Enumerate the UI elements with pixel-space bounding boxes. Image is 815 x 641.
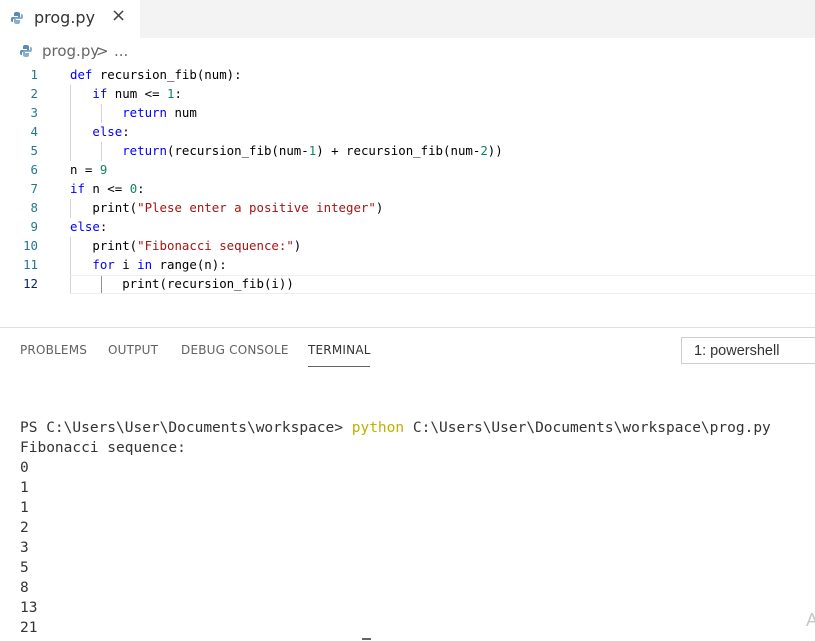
line-number: 7 [30,181,38,196]
code-text: print(recursion_fib(i)) [70,276,294,291]
terminal-line: 3 [20,540,29,556]
panel-divider [0,327,815,328]
code-text: return(recursion_fib(num-1) + recursion_… [122,143,503,158]
line-number: 2 [30,86,38,101]
tab-label: prog.py [34,8,96,27]
terminal-select[interactable]: 1: powershell [681,337,815,364]
line-number: 11 [23,257,38,272]
watermark-text: A [806,610,815,630]
terminal-command: python [351,420,405,436]
tab-terminal[interactable]: TERMINAL [308,343,371,357]
code-line: 10 print("Fibonacci sequence:") [0,236,815,255]
terminal-line: 21 [20,620,38,636]
code-line: 7 if n <= 0: [0,179,815,198]
tab-problems[interactable]: PROBLEMS [20,343,87,357]
code-line: 11 for i in range(n): [0,255,815,274]
line-number: 1 [30,67,38,82]
code-text: def recursion_fib(num): [70,67,242,82]
terminal-output[interactable]: PS C:\Users\User\Documents\workspace> py… [20,418,771,638]
close-icon[interactable]: × [111,6,126,26]
line-number: 9 [30,219,38,234]
code-line: 12 print(recursion_fib(i)) [0,274,815,293]
terminal-line: 8 [20,580,29,596]
chevron-right-icon: > [96,42,109,60]
code-text: for i in range(n): [92,257,227,272]
active-tab-indicator [308,366,370,367]
line-number: 6 [30,162,38,177]
terminal-line: 1 [20,480,29,496]
terminal-line: 2 [20,520,29,536]
code-line: 3 return num [0,103,815,122]
line-number: 4 [30,124,38,139]
code-text: print("Fibonacci sequence:") [70,238,302,253]
python-file-icon [19,44,33,58]
line-number: 8 [30,200,38,215]
editor-tab-bar: prog.py × [0,0,815,38]
terminal-line: 13 [20,600,38,616]
code-line: 5 return(recursion_fib(num-1) + recursio… [0,141,815,160]
terminal-line: 0 [20,460,29,476]
tab-output[interactable]: OUTPUT [108,343,158,357]
line-number: 3 [30,105,38,120]
line-number: 10 [23,238,38,253]
terminal-command-line: PS C:\Users\User\Documents\workspace> py… [20,418,771,438]
code-line: 8 print("Plese enter a positive integer"… [0,198,815,217]
code-line: 1 def recursion_fib(num): [0,65,815,84]
terminal-line: 1 [20,500,29,516]
code-text: print("Plese enter a positive integer") [70,200,384,215]
code-text: if num <= 1: [92,86,182,101]
breadcrumb: prog.py > ... [0,38,815,64]
tab-prog-py[interactable]: prog.py × [0,0,140,38]
code-text: else: [92,124,130,139]
code-text: n = 9 [70,162,108,177]
python-file-icon [10,11,24,25]
code-line: 4 else: [0,122,815,141]
breadcrumb-file[interactable]: prog.py [42,42,99,60]
terminal-line: 5 [20,560,29,576]
code-line: 2 if num <= 1: [0,84,815,103]
code-line: 6 n = 9 [0,160,815,179]
tab-debug-console[interactable]: DEBUG CONSOLE [181,343,289,357]
code-line: 9 else: [0,217,815,236]
terminal-argument: C:\Users\User\Documents\workspace\prog.p… [404,420,771,436]
breadcrumb-more[interactable]: ... [114,42,128,60]
code-text: return num [122,105,197,120]
code-text: else: [70,219,108,234]
code-editor[interactable]: 1 def recursion_fib(num): 2 if num <= 1:… [0,62,815,302]
line-number: 5 [30,143,38,158]
cursor-mark [362,638,371,640]
line-number: 12 [23,276,38,291]
terminal-prompt: PS C:\Users\User\Documents\workspace> [20,420,352,436]
terminal-line: Fibonacci sequence: [20,440,186,456]
code-text: if n <= 0: [70,181,145,196]
